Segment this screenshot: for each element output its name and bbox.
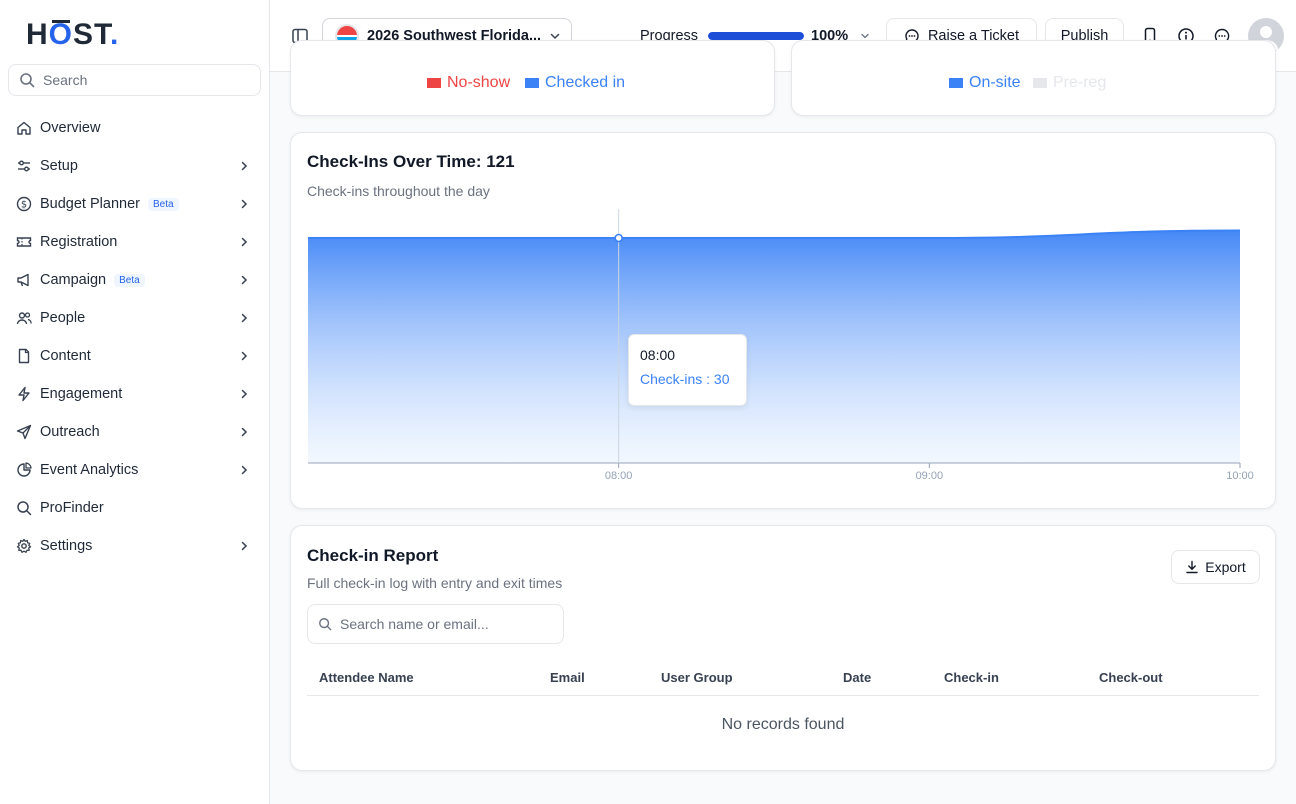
sidebar-item-label: Campaign	[40, 272, 107, 288]
x-tick-label: 10:00	[1226, 470, 1254, 482]
sliders-icon	[16, 158, 32, 174]
checkins-over-time-card: Check-Ins Over Time: 121 Check-ins throu…	[290, 132, 1276, 509]
chevron-right-icon	[241, 389, 248, 399]
report-search-placeholder: Search name or email...	[340, 616, 489, 632]
legend-swatch-gray	[1033, 78, 1047, 88]
x-tick-label: 09:00	[916, 470, 944, 482]
chevron-right-icon	[241, 427, 248, 437]
sidebar-item-settings[interactable]: Settings	[0, 527, 270, 565]
sidebar-item-label: Outreach	[40, 424, 100, 440]
legend-swatch-blue	[525, 78, 539, 88]
pie-chart-icon	[16, 462, 32, 478]
sidebar-item-campaign[interactable]: Campaign Beta	[0, 261, 270, 299]
chevron-right-icon	[241, 237, 248, 247]
sidebar-item-label: Engagement	[40, 386, 123, 402]
chart-area-fill	[308, 230, 1240, 463]
chevron-right-icon	[241, 161, 248, 171]
file-icon	[16, 348, 32, 364]
sidebar-item-registration[interactable]: Registration	[0, 223, 270, 261]
home-icon	[16, 120, 32, 136]
sidebar-item-content[interactable]: Content	[0, 337, 270, 375]
sidebar-search-input[interactable]: Search	[8, 64, 261, 96]
chevron-right-icon	[241, 275, 248, 285]
legend-swatch-red	[427, 78, 441, 88]
column-header-user-group[interactable]: User Group	[661, 670, 733, 685]
sidebar-item-budget-planner[interactable]: $ Budget Planner Beta	[0, 185, 270, 223]
beta-badge: Beta	[147, 197, 179, 211]
megaphone-icon	[16, 272, 32, 288]
column-header-email[interactable]: Email	[550, 670, 585, 685]
legend-item-on-site[interactable]: On-site	[949, 74, 1021, 92]
column-header-attendee-name[interactable]: Attendee Name	[319, 670, 414, 685]
chart-tooltip: 08:00 Check-ins : 30	[628, 334, 747, 406]
gear-icon	[16, 538, 32, 554]
checkin-report-card: Check-in Report Full check-in log with e…	[290, 525, 1276, 771]
sidebar-item-label: Event Analytics	[40, 462, 139, 478]
legend-label: On-site	[969, 74, 1021, 91]
registration-type-card: On-site Pre-reg	[791, 40, 1276, 116]
sidebar-item-label: Content	[40, 348, 91, 364]
sidebar: HOST. Search Overview Setup $ Budget Planne…	[0, 0, 270, 804]
sidebar-item-event-analytics[interactable]: Event Analytics	[0, 451, 270, 489]
checkins-area-chart[interactable]: 08:00 09:00 10:00	[291, 133, 1277, 510]
legend-label: Checked in	[545, 74, 626, 91]
legend-item-pre-reg[interactable]: Pre-reg	[1033, 74, 1106, 92]
sidebar-item-engagement[interactable]: Engagement	[0, 375, 270, 413]
attendance-status-card: No-show Checked in	[290, 40, 775, 116]
search-icon	[319, 618, 332, 631]
sidebar-item-label: Budget Planner	[40, 196, 140, 212]
chevron-right-icon	[241, 199, 248, 209]
column-header-check-in[interactable]: Check-in	[944, 670, 999, 685]
search-icon	[16, 500, 32, 516]
legend-item-no-show[interactable]: No-show	[427, 74, 510, 92]
chevron-right-icon	[241, 351, 248, 361]
chevron-right-icon	[241, 313, 248, 323]
beta-badge: Beta	[114, 273, 145, 287]
legend-label: No-show	[447, 74, 511, 91]
sidebar-item-label: People	[40, 310, 86, 326]
progress-bar	[708, 32, 804, 40]
sidebar-item-label: Setup	[40, 158, 78, 174]
hover-point[interactable]	[614, 233, 623, 243]
sidebar-item-label: Settings	[40, 538, 93, 554]
ticket-icon	[16, 234, 32, 250]
legend-item-checked-in[interactable]: Checked in	[525, 74, 625, 92]
legend-label: Pre-reg	[1053, 74, 1107, 91]
sidebar-item-profinder[interactable]: ProFinder	[0, 489, 270, 527]
sidebar-item-label: Registration	[40, 234, 118, 250]
report-subtitle: Full check-in log with entry and exit ti…	[307, 575, 563, 591]
column-header-check-out[interactable]: Check-out	[1099, 670, 1163, 685]
report-search-input[interactable]: Search name or email...	[307, 604, 564, 644]
legend-swatch-blue	[949, 78, 963, 88]
users-icon	[16, 310, 32, 326]
tooltip-value: Check-ins : 30	[640, 371, 730, 387]
sidebar-item-label: Overview	[40, 120, 101, 136]
sidebar-item-people[interactable]: People	[0, 299, 270, 337]
progress-fill	[708, 32, 804, 40]
download-icon	[1186, 560, 1198, 574]
svg-text:$: $	[21, 200, 27, 211]
sidebar-nav: Overview Setup $ Budget Planner Beta Registra…	[0, 109, 270, 565]
tooltip-time: 08:00	[640, 347, 676, 363]
chevron-right-icon	[241, 465, 248, 475]
sidebar-search-placeholder: Search	[43, 72, 88, 88]
report-table-header: Attendee Name Email User Group Date Chec…	[307, 658, 1259, 696]
empty-state-text: No records found	[721, 716, 845, 733]
x-tick-label: 08:00	[605, 470, 633, 482]
export-label: Export	[1205, 559, 1246, 575]
lightning-icon	[16, 386, 32, 402]
sidebar-item-overview[interactable]: Overview	[0, 109, 270, 147]
sidebar-item-setup[interactable]: Setup	[0, 147, 270, 185]
brand-logo[interactable]: HOST.	[26, 18, 119, 52]
export-button[interactable]: Export	[1171, 550, 1260, 584]
sidebar-item-label: ProFinder	[40, 500, 104, 516]
send-icon	[16, 424, 32, 440]
chevron-right-icon	[241, 541, 248, 551]
sidebar-item-outreach[interactable]: Outreach	[0, 413, 270, 451]
search-icon	[20, 73, 35, 88]
report-title: Check-in Report	[307, 546, 439, 565]
dollar-circle-icon: $	[16, 196, 32, 212]
column-header-date[interactable]: Date	[843, 670, 871, 685]
